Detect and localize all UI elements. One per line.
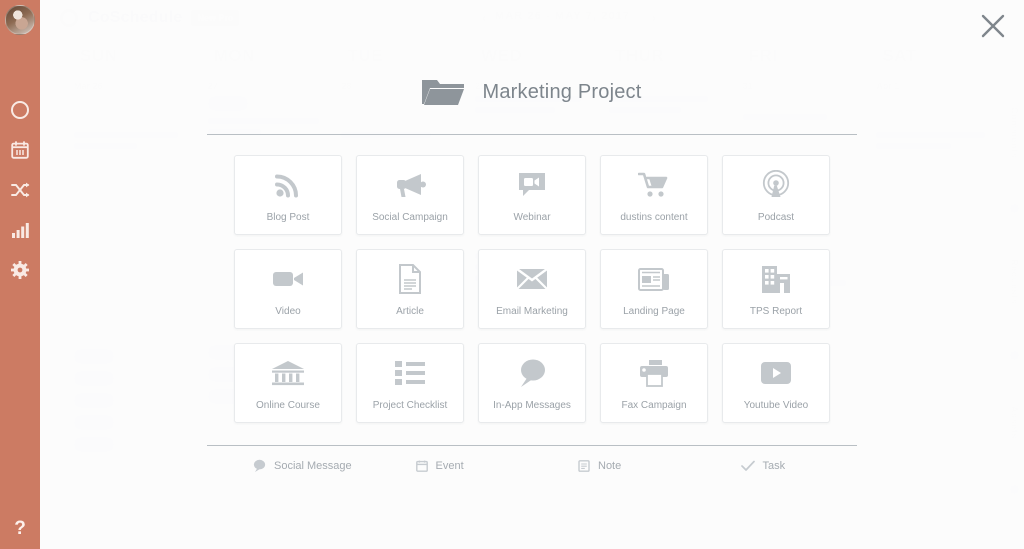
sidebar-item-settings[interactable] bbox=[0, 250, 40, 290]
content-type-card-tps-report[interactable]: TPS Report bbox=[722, 249, 830, 329]
document-icon bbox=[398, 261, 422, 297]
shopping-cart-icon bbox=[638, 167, 670, 203]
content-type-card-article[interactable]: Article bbox=[356, 249, 464, 329]
sidebar-nav bbox=[0, 90, 40, 290]
content-type-card-in-app-messages[interactable]: In-App Messages bbox=[478, 343, 586, 423]
newspaper-icon bbox=[638, 261, 670, 297]
sidebar-item-calendar[interactable] bbox=[0, 130, 40, 170]
card-label: Email Marketing bbox=[496, 306, 568, 317]
folder-open-icon bbox=[422, 76, 465, 108]
content-type-card-email-marketing[interactable]: Email Marketing bbox=[478, 249, 586, 329]
page-title: Marketing Project bbox=[482, 80, 642, 103]
left-sidebar: ? bbox=[0, 0, 40, 549]
content-type-card-fax-campaign[interactable]: Fax Campaign bbox=[600, 343, 708, 423]
divider-bottom bbox=[207, 445, 857, 446]
content-type-card-online-course[interactable]: Online Course bbox=[234, 343, 342, 423]
quick-add-label: Note bbox=[598, 459, 622, 472]
card-label: Webinar bbox=[513, 212, 551, 223]
play-button-icon bbox=[760, 355, 792, 391]
quick-add-label: Task bbox=[762, 459, 786, 472]
card-label: Social Campaign bbox=[372, 212, 448, 223]
card-label: TPS Report bbox=[749, 306, 803, 317]
video-chat-icon bbox=[517, 167, 547, 203]
quick-add-label: Social Message bbox=[274, 459, 352, 472]
chat-bubble-icon bbox=[253, 459, 266, 472]
quick-add-social-message[interactable]: Social Message bbox=[207, 459, 370, 472]
content-type-card-project-checklist[interactable]: Project Checklist bbox=[356, 343, 464, 423]
sidebar-item-workflow[interactable] bbox=[0, 170, 40, 210]
card-label: dustins content bbox=[620, 212, 688, 223]
card-label: Blog Post bbox=[266, 212, 310, 223]
checkmark-icon bbox=[740, 460, 755, 472]
speech-bubble-icon bbox=[517, 355, 547, 391]
modal-header: Marketing Project bbox=[422, 72, 641, 112]
card-label: Fax Campaign bbox=[621, 400, 687, 411]
card-label: Project Checklist bbox=[372, 400, 448, 411]
close-icon[interactable] bbox=[980, 13, 1006, 39]
video-camera-icon bbox=[272, 261, 304, 297]
note-icon bbox=[578, 459, 590, 472]
card-label: Landing Page bbox=[623, 306, 685, 317]
content-type-card-landing-page[interactable]: Landing Page bbox=[600, 249, 708, 329]
sidebar-item-analytics[interactable] bbox=[0, 210, 40, 250]
project-type-picker-modal: Marketing Project Blog Post Social Campa… bbox=[40, 0, 1024, 549]
content-type-card-blog-post[interactable]: Blog Post bbox=[234, 155, 342, 235]
card-label: Youtube Video bbox=[743, 400, 809, 411]
app-window: CoSchedule New Pro ‹ MAR 26 - MAY 7, 201… bbox=[0, 0, 1024, 549]
quick-add-row: Social Message Event Note Task bbox=[207, 459, 857, 472]
help-button[interactable]: ? bbox=[0, 517, 40, 541]
card-label: Podcast bbox=[757, 212, 795, 223]
content-type-card-social-campaign[interactable]: Social Campaign bbox=[356, 155, 464, 235]
user-avatar[interactable] bbox=[5, 5, 35, 35]
checklist-icon bbox=[394, 355, 426, 391]
broadcast-icon bbox=[761, 167, 791, 203]
card-label: Article bbox=[396, 306, 424, 317]
megaphone-icon bbox=[393, 167, 427, 203]
rss-icon bbox=[273, 167, 303, 203]
card-label: Online Course bbox=[256, 400, 320, 411]
bank-columns-icon bbox=[271, 355, 305, 391]
quick-add-note[interactable]: Note bbox=[532, 459, 695, 472]
content-type-card-webinar[interactable]: Webinar bbox=[478, 155, 586, 235]
content-type-card-dustins-content[interactable]: dustins content bbox=[600, 155, 708, 235]
calendar-small-icon bbox=[415, 460, 428, 472]
content-type-card-youtube-video[interactable]: Youtube Video bbox=[722, 343, 830, 423]
card-label: In-App Messages bbox=[493, 400, 571, 411]
quick-add-event[interactable]: Event bbox=[370, 459, 533, 472]
content-type-card-video[interactable]: Video bbox=[234, 249, 342, 329]
printer-icon bbox=[639, 355, 669, 391]
sidebar-item-dashboard[interactable] bbox=[0, 90, 40, 130]
office-building-icon bbox=[761, 261, 791, 297]
content-type-grid: Blog Post Social Campaign Webinar dustin… bbox=[234, 155, 830, 423]
card-label: Video bbox=[275, 306, 301, 317]
quick-add-task[interactable]: Task bbox=[695, 459, 858, 472]
envelope-icon bbox=[516, 261, 548, 297]
content-type-card-podcast[interactable]: Podcast bbox=[722, 155, 830, 235]
quick-add-label: Event bbox=[435, 459, 464, 472]
divider-top bbox=[207, 134, 857, 135]
